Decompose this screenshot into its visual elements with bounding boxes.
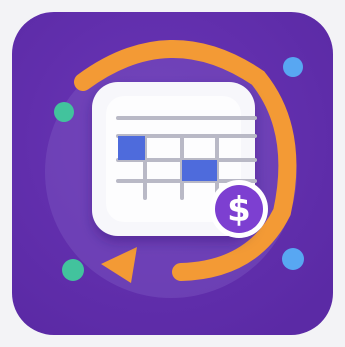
spreadsheet-billing-cycle-app-icon: $	[12, 12, 333, 335]
app-icon-canvas: $	[0, 0, 345, 347]
blue-dot-icon	[282, 248, 304, 270]
highlighted-cell	[182, 160, 217, 181]
dollar-sign-icon: $	[227, 190, 251, 230]
green-dot-icon	[62, 259, 84, 281]
highlighted-cell	[118, 136, 145, 160]
blue-dot-icon	[283, 57, 303, 77]
green-dot-icon	[54, 102, 74, 122]
